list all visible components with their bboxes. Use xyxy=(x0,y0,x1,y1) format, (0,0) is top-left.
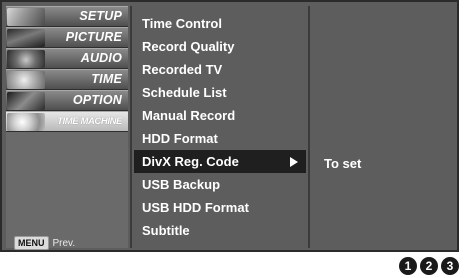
menu-item-usb-backup[interactable]: USB Backup xyxy=(134,173,306,196)
sidebar-item-audio[interactable]: AUDIO xyxy=(6,48,128,69)
sidebar-item-label: SETUP xyxy=(79,9,122,23)
menu-item-usb-hdd-format[interactable]: USB HDD Format xyxy=(134,196,306,219)
submenu-panel: To set xyxy=(312,6,455,248)
menu-item-divx-reg-code[interactable]: DivX Reg. Code xyxy=(134,150,306,173)
menu-item-time-control[interactable]: Time Control xyxy=(134,12,306,35)
menu-item-label: DivX Reg. Code xyxy=(142,154,239,169)
step-2-badge: 2 xyxy=(420,257,438,275)
sidebar-item-label: AUDIO xyxy=(80,51,122,65)
submenu-option-to-set[interactable]: To set xyxy=(324,156,361,171)
setup-thumbnail-icon xyxy=(7,8,45,26)
column-divider xyxy=(130,6,132,248)
sidebar-item-label: OPTION xyxy=(72,93,122,107)
sidebar-item-label: TIME MACHINE xyxy=(57,116,122,127)
menu-item-manual-record[interactable]: Manual Record xyxy=(134,104,306,127)
column-divider xyxy=(308,6,310,248)
sidebar-item-label: PICTURE xyxy=(65,30,122,44)
category-sidebar: SETUP PICTURE AUDIO TIME OPTION TIME MAC… xyxy=(6,6,128,250)
sidebar-item-setup[interactable]: SETUP xyxy=(6,6,128,27)
step-3-badge: 3 xyxy=(441,257,459,275)
right-arrow-icon xyxy=(290,157,298,167)
menu-key-badge[interactable]: MENU xyxy=(14,236,49,250)
sidebar-item-label: TIME xyxy=(91,72,122,86)
menu-item-schedule-list[interactable]: Schedule List xyxy=(134,81,306,104)
sidebar-item-option[interactable]: OPTION xyxy=(6,90,128,111)
menu-prev-hint: MENU Prev. xyxy=(14,236,75,250)
menu-item-recorded-tv[interactable]: Recorded TV xyxy=(134,58,306,81)
sidebar-item-time-machine[interactable]: TIME MACHINE xyxy=(6,111,128,132)
picture-thumbnail-icon xyxy=(7,29,45,47)
menu-item-hdd-format[interactable]: HDD Format xyxy=(134,127,306,150)
time-machine-thumbnail-icon xyxy=(7,113,45,131)
sidebar-item-picture[interactable]: PICTURE xyxy=(6,27,128,48)
audio-thumbnail-icon xyxy=(7,50,45,68)
menu-item-subtitle[interactable]: Subtitle xyxy=(134,219,306,242)
time-thumbnail-icon xyxy=(7,71,45,89)
sidebar-item-time[interactable]: TIME xyxy=(6,69,128,90)
step-1-badge: 1 xyxy=(399,257,417,275)
option-thumbnail-icon xyxy=(7,92,45,110)
menu-hint-text: Prev. xyxy=(52,237,76,249)
time-machine-menu-list: Time Control Record Quality Recorded TV … xyxy=(134,6,306,248)
menu-item-record-quality[interactable]: Record Quality xyxy=(134,35,306,58)
tv-menu-frame: SETUP PICTURE AUDIO TIME OPTION TIME MAC… xyxy=(0,0,459,252)
step-indicators: 1 2 3 xyxy=(399,257,459,275)
